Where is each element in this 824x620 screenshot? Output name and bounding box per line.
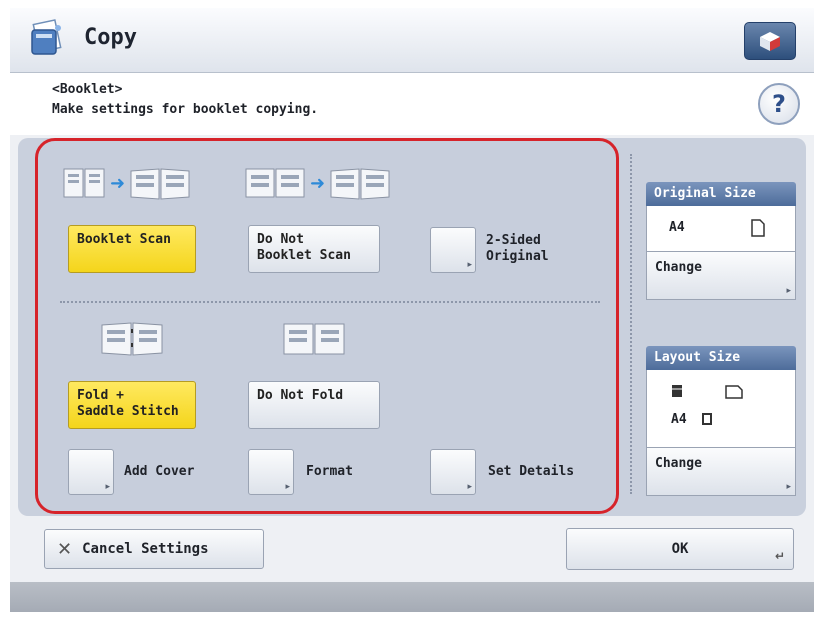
chevron-right-icon: ▸ (285, 482, 290, 492)
do-not-booklet-scan-label-2: Booklet Scan (257, 248, 351, 263)
set-details-label: Set Details (488, 464, 575, 479)
two-page-icon (245, 168, 305, 198)
layout-size-content: A4 (646, 370, 796, 448)
layout-size-box: Layout Size A4 Change ▸ (646, 346, 796, 496)
add-cover-label: Add Cover (124, 464, 195, 479)
right-panel-divider (630, 154, 632, 494)
do-not-booklet-scan-label-1: Do Not (257, 232, 304, 247)
arrow-right-icon: ➜ (110, 172, 126, 194)
landscape-page-icon (725, 385, 743, 399)
chevron-right-icon: ▸ (105, 482, 110, 492)
booklet-icon (330, 168, 390, 200)
chevron-right-icon: ▸ (786, 286, 791, 296)
enter-icon: ↵ (774, 549, 785, 563)
original-size-content: A4 (646, 206, 796, 252)
booklet-icon (130, 168, 190, 200)
close-icon: ✕ (57, 538, 73, 560)
no-fold-icon (283, 323, 345, 355)
fold-saddle-label-1: Fold + (77, 388, 124, 403)
cancel-settings-button[interactable]: ✕ Cancel Settings (44, 529, 264, 569)
status-monitor-button[interactable] (744, 22, 796, 60)
ok-button[interactable]: OK ↵ (566, 528, 794, 570)
original-size-change-button[interactable]: Change ▸ (646, 252, 796, 300)
no-booklet-scan-illustration: ➜ (244, 165, 391, 201)
fold-saddle-stitch-icon (101, 322, 163, 356)
arrow-right-icon: ➜ (310, 172, 326, 194)
fold-saddle-stitch-button[interactable]: Fold + Saddle Stitch (68, 381, 196, 429)
do-not-booklet-scan-button[interactable]: Do Not Booklet Scan (248, 225, 380, 273)
copy-app-icon (31, 19, 62, 55)
add-cover-button[interactable]: ▸ (68, 449, 114, 495)
set-details-button[interactable]: ▸ (430, 449, 476, 495)
booklet-scan-label: Booklet Scan (77, 232, 171, 247)
bottom-status-strip (10, 582, 814, 612)
booklet-options-panel: ➜ ➜ Booklet Scan Do Not Booklet Scan ▸ 2… (35, 138, 619, 514)
original-size-box: Original Size A4 Change ▸ (646, 182, 796, 300)
window-title: Copy (84, 25, 137, 50)
two-sided-label-1: 2-Sided (486, 233, 541, 248)
original-size-header: Original Size (646, 182, 796, 206)
title-bar: Copy (10, 8, 814, 73)
footer-bar: ✕ Cancel Settings OK ↵ (10, 520, 814, 580)
portrait-page-icon (751, 219, 765, 237)
status-monitor-icon (760, 32, 780, 51)
layout-size-value: A4 (671, 412, 687, 427)
copy-screen: Copy <Booklet> Make settings for booklet… (10, 8, 814, 612)
fold-saddle-label-2: Saddle Stitch (77, 404, 179, 419)
do-not-fold-label: Do Not Fold (257, 388, 344, 403)
cancel-settings-label: Cancel Settings (82, 541, 209, 557)
page-orientation-icon (702, 413, 712, 425)
ok-label: OK (671, 541, 689, 557)
chevron-right-icon: ▸ (467, 260, 472, 270)
original-size-value: A4 (669, 220, 685, 235)
chevron-right-icon: ▸ (467, 482, 472, 492)
do-not-fold-button[interactable]: Do Not Fold (248, 381, 380, 429)
booklet-layout-icon (672, 385, 682, 397)
two-sided-label-2: Original (486, 249, 549, 264)
section-divider (60, 301, 600, 303)
page-subtitle: <Booklet> (52, 82, 123, 97)
page-description: Make settings for booklet copying. (52, 102, 319, 117)
single-page-icon (63, 168, 105, 198)
settings-body: ➜ ➜ Booklet Scan Do Not Booklet Scan ▸ 2… (18, 138, 806, 516)
booklet-scan-illustration: ➜ (62, 165, 191, 201)
layout-size-change-label: Change (655, 456, 702, 471)
layout-size-header: Layout Size (646, 346, 796, 370)
two-sided-original-button[interactable]: ▸ (430, 227, 476, 273)
booklet-scan-button[interactable]: Booklet Scan (68, 225, 196, 273)
help-button[interactable]: ? (758, 83, 800, 125)
format-button[interactable]: ▸ (248, 449, 294, 495)
chevron-right-icon: ▸ (786, 482, 791, 492)
help-label: ? (772, 90, 786, 118)
two-sided-original-label: 2-Sided Original (486, 233, 549, 265)
original-size-change-label: Change (655, 260, 702, 275)
header-area: <Booklet> Make settings for booklet copy… (10, 73, 814, 135)
format-label: Format (306, 464, 353, 479)
layout-size-change-button[interactable]: Change ▸ (646, 448, 796, 496)
